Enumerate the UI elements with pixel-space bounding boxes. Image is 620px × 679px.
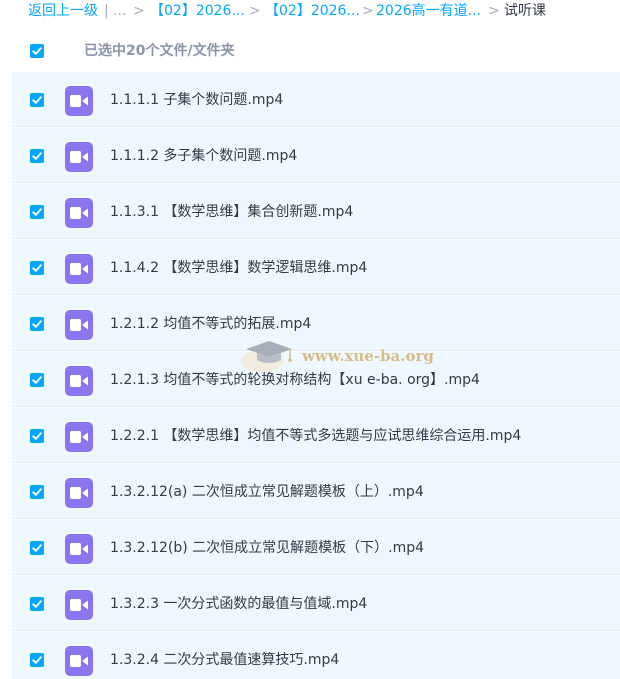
file-checkbox[interactable] [30, 541, 44, 555]
file-name[interactable]: 1.1.1.2 多子集个数问题.mp4 [110, 147, 297, 165]
file-checkbox[interactable] [30, 373, 44, 387]
video-file-icon [65, 534, 93, 564]
checkmark-icon [32, 376, 42, 384]
selection-bar: 已选中20个文件/文件夹 [12, 32, 612, 70]
checkmark-icon [32, 152, 42, 160]
file-checkbox[interactable] [30, 93, 44, 107]
breadcrumb-item-3[interactable]: 2026高一有道... [376, 2, 481, 20]
breadcrumb-ellipsis[interactable]: ... [113, 2, 126, 20]
file-name[interactable]: 1.2.1.2 均值不等式的拓展.mp4 [110, 315, 311, 333]
checkmark-icon [32, 600, 42, 608]
breadcrumb-divider: | [104, 3, 109, 19]
checkmark-icon [32, 544, 42, 552]
video-file-icon [65, 198, 93, 228]
file-checkbox[interactable] [30, 261, 44, 275]
file-row[interactable]: 1.1.1.2 多子集个数问题.mp4 [12, 128, 620, 183]
checkmark-icon [32, 208, 42, 216]
file-row[interactable]: 1.1.3.1 【数学思维】集合创新题.mp4 [12, 184, 620, 239]
video-file-icon [65, 86, 93, 116]
file-row[interactable]: 1.3.2.4 二次分式最值速算技巧.mp4 [12, 632, 620, 679]
file-row[interactable]: 1.3.2.12(b) 二次恒成立常见解题模板（下）.mp4 [12, 520, 620, 575]
file-name[interactable]: 1.3.2.3 一次分式函数的最值与值域.mp4 [110, 595, 367, 613]
checkmark-icon [32, 656, 42, 664]
video-file-icon [65, 590, 93, 620]
checkmark-icon [32, 432, 42, 440]
file-name[interactable]: 1.2.1.3 均值不等式的轮换对称结构【xu e-ba. org】.mp4 [110, 371, 480, 389]
file-checkbox[interactable] [30, 317, 44, 331]
video-file-icon [65, 142, 93, 172]
breadcrumb-separator: > [133, 3, 145, 19]
file-row[interactable]: 1.2.1.3 均值不等式的轮换对称结构【xu e-ba. org】.mp4 [12, 352, 620, 407]
checkmark-icon [32, 96, 42, 104]
file-checkbox[interactable] [30, 653, 44, 667]
breadcrumb-current: 试听课 [504, 3, 546, 19]
breadcrumb-separator: > [488, 3, 500, 19]
file-checkbox[interactable] [30, 149, 44, 163]
checkmark-icon [32, 47, 42, 55]
file-row[interactable]: 1.3.2.3 一次分式函数的最值与值域.mp4 [12, 576, 620, 631]
breadcrumb-separator: > [249, 3, 261, 19]
file-checkbox[interactable] [30, 485, 44, 499]
file-name[interactable]: 1.1.4.2 【数学思维】数学逻辑思维.mp4 [110, 259, 367, 277]
checkmark-icon [32, 264, 42, 272]
file-checkbox[interactable] [30, 597, 44, 611]
file-name[interactable]: 1.1.3.1 【数学思维】集合创新题.mp4 [110, 203, 353, 221]
video-file-icon [65, 310, 93, 340]
file-name[interactable]: 1.3.2.12(b) 二次恒成立常见解题模板（下）.mp4 [110, 539, 424, 557]
breadcrumb-separator: > [362, 3, 374, 19]
file-row[interactable]: 1.1.1.1 子集个数问题.mp4 [12, 72, 620, 127]
checkmark-icon [32, 488, 42, 496]
video-file-icon [65, 422, 93, 452]
file-checkbox[interactable] [30, 429, 44, 443]
file-checkbox[interactable] [30, 205, 44, 219]
file-name[interactable]: 1.3.2.12(a) 二次恒成立常见解题模板（上）.mp4 [110, 483, 424, 501]
checkmark-icon [32, 320, 42, 328]
video-file-icon [65, 478, 93, 508]
file-row[interactable]: 1.2.1.2 均值不等式的拓展.mp4 [12, 296, 620, 351]
back-link[interactable]: 返回上一级 [28, 2, 98, 20]
file-row[interactable]: 1.3.2.12(a) 二次恒成立常见解题模板（上）.mp4 [12, 464, 620, 519]
select-all-checkbox[interactable] [30, 44, 44, 58]
file-name[interactable]: 1.2.2.1 【数学思维】均值不等式多选题与应试思维综合运用.mp4 [110, 427, 521, 445]
file-name[interactable]: 1.1.1.1 子集个数问题.mp4 [110, 91, 283, 109]
file-name[interactable]: 1.3.2.4 二次分式最值速算技巧.mp4 [110, 651, 339, 669]
breadcrumb-item-2[interactable]: 【02】2026... [265, 2, 360, 20]
file-row[interactable]: 1.1.4.2 【数学思维】数学逻辑思维.mp4 [12, 240, 620, 295]
selection-count-label: 已选中20个文件/文件夹 [84, 43, 235, 59]
breadcrumb: 返回上一级 | ... > 【02】2026... > 【02】2026... … [0, 0, 620, 24]
breadcrumb-item-1[interactable]: 【02】2026... [150, 2, 245, 20]
file-row[interactable]: 1.2.2.1 【数学思维】均值不等式多选题与应试思维综合运用.mp4 [12, 408, 620, 463]
video-file-icon [65, 366, 93, 396]
video-file-icon [65, 254, 93, 284]
video-file-icon [65, 646, 93, 676]
file-browser: 返回上一级 | ... > 【02】2026... > 【02】2026... … [0, 0, 620, 679]
